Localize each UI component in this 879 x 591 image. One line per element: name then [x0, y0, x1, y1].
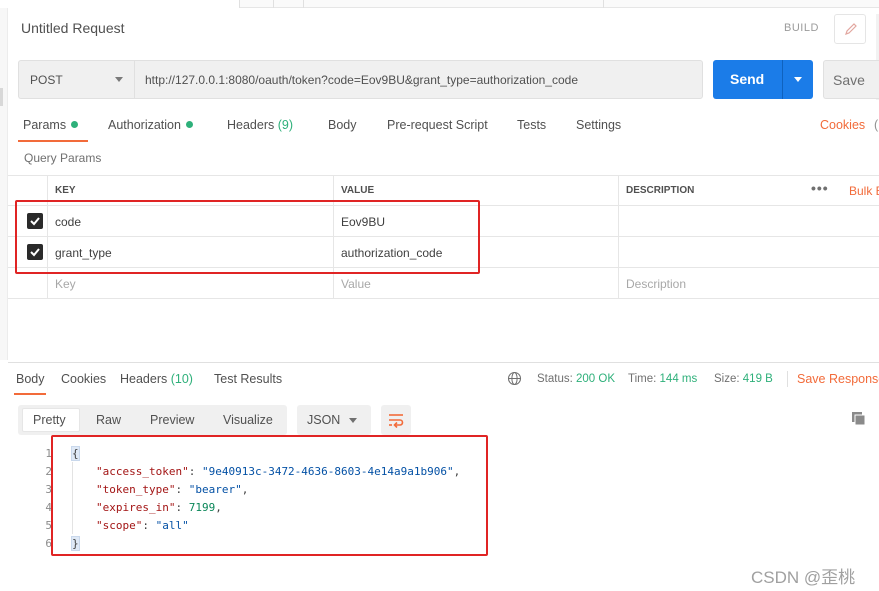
response-tab-test-results[interactable]: Test Results: [214, 372, 282, 386]
time-value: 144 ms: [659, 373, 698, 385]
time-readout[interactable]: Time: 144 ms: [628, 373, 697, 385]
highlight-box-params: [15, 200, 480, 274]
wrap-lines-button[interactable]: [381, 405, 411, 435]
active-tab-indicator: [14, 393, 46, 395]
key-placeholder: Key: [55, 277, 76, 291]
query-params-table: KEY VALUE DESCRIPTION code Eov9BU grant_…: [8, 175, 879, 299]
headers-count: (9): [277, 118, 294, 132]
new-description-input[interactable]: Description: [618, 268, 879, 298]
tab[interactable]: [240, 0, 274, 8]
watermark: CSDN @歪桃: [751, 568, 856, 587]
tab-params-label: Params: [23, 118, 67, 132]
tab-headers[interactable]: Headers (9): [227, 118, 293, 132]
send-button[interactable]: Send: [713, 60, 782, 99]
line-number: 6: [45, 537, 52, 550]
cookies-link[interactable]: Cookies: [820, 118, 865, 132]
save-label: Save: [833, 72, 865, 88]
column-value-label: VALUE: [341, 185, 375, 196]
line-number: 4: [45, 501, 52, 514]
size-label: Size:: [714, 373, 740, 385]
request-title[interactable]: Untitled Request: [21, 20, 125, 36]
view-visualize[interactable]: Visualize: [223, 413, 273, 427]
tab-params[interactable]: Params: [23, 118, 79, 132]
tab-authorization[interactable]: Authorization: [108, 118, 193, 132]
response-tab-body[interactable]: Body: [16, 372, 45, 386]
response-tab-headers[interactable]: Headers (10): [120, 372, 193, 386]
response-tab-cookies[interactable]: Cookies: [61, 372, 106, 386]
format-label: JSON: [307, 413, 341, 427]
highlight-box-response: [51, 435, 488, 556]
tab-headers-label: Headers: [227, 118, 275, 132]
line-number: 5: [45, 519, 52, 532]
view-mode-toolbar: Pretty Raw Preview Visualize: [18, 405, 287, 435]
active-dot-icon: [71, 121, 79, 128]
wrap-lines-icon: [389, 414, 404, 428]
active-dot-icon: [185, 121, 193, 128]
query-params-title: Query Params: [24, 151, 102, 165]
chevron-down-icon: [115, 77, 123, 82]
time-label: Time:: [628, 373, 657, 385]
send-options-button[interactable]: [782, 60, 813, 99]
view-raw[interactable]: Raw: [96, 413, 121, 427]
size-readout[interactable]: Size: 419 B: [714, 373, 773, 385]
response-headers-count: (10): [170, 372, 193, 386]
pencil-icon: [845, 23, 857, 35]
panel-divider[interactable]: [8, 362, 879, 363]
build-label[interactable]: BUILD: [784, 22, 819, 34]
method-label: POST: [30, 73, 63, 87]
send-label: Send: [730, 71, 765, 87]
tab-tests[interactable]: Tests: [517, 118, 546, 132]
tab-active[interactable]: [0, 0, 240, 8]
param-description-cell[interactable]: [618, 237, 879, 267]
chevron-down-icon: [794, 77, 802, 82]
format-select[interactable]: JSON: [297, 405, 371, 435]
chevron-down-icon: [349, 418, 357, 423]
view-pretty[interactable]: Pretty: [33, 413, 66, 427]
description-placeholder: Description: [626, 277, 687, 291]
globe-icon[interactable]: [507, 371, 522, 386]
code-link-cut[interactable]: (: [874, 118, 878, 132]
value-placeholder: Value: [341, 277, 371, 291]
save-response-button[interactable]: Save Response: [797, 372, 879, 386]
param-description-cell[interactable]: [618, 206, 879, 236]
status-value: 200 OK: [576, 373, 616, 385]
tab-authorization-label: Authorization: [108, 118, 181, 132]
top-tab-strip: [0, 0, 879, 8]
tab-body[interactable]: Body: [328, 118, 357, 132]
line-number: 1: [45, 447, 52, 460]
bulk-edit-link[interactable]: Bulk E: [849, 184, 879, 198]
left-edge-panel: [0, 8, 8, 360]
url-text: http://127.0.0.1:8080/oauth/token?code=E…: [145, 73, 578, 87]
tab-settings[interactable]: Settings: [576, 118, 621, 132]
status-label: Status:: [537, 373, 573, 385]
tab[interactable]: [274, 0, 304, 8]
active-tab-indicator: [18, 140, 88, 142]
response-tab-headers-label: Headers: [120, 372, 168, 386]
line-number: 3: [45, 483, 52, 496]
method-select[interactable]: POST: [18, 60, 134, 99]
line-number: 2: [45, 465, 52, 478]
tab[interactable]: [304, 0, 604, 8]
url-input[interactable]: http://127.0.0.1:8080/oauth/token?code=E…: [134, 60, 703, 99]
save-button[interactable]: Save: [823, 60, 879, 99]
tab-prerequest-script[interactable]: Pre-request Script: [387, 118, 488, 132]
size-value: 419 B: [742, 373, 773, 385]
more-options-icon[interactable]: •••: [811, 180, 829, 196]
column-description-label: DESCRIPTION: [626, 185, 695, 196]
divider: [787, 371, 788, 387]
copy-icon[interactable]: [851, 411, 867, 427]
column-description-header: DESCRIPTION: [618, 176, 879, 205]
status-readout[interactable]: Status: 200 OK: [537, 373, 615, 385]
column-key-label: KEY: [55, 185, 76, 196]
edit-button[interactable]: [834, 14, 866, 44]
view-preview[interactable]: Preview: [150, 413, 194, 427]
